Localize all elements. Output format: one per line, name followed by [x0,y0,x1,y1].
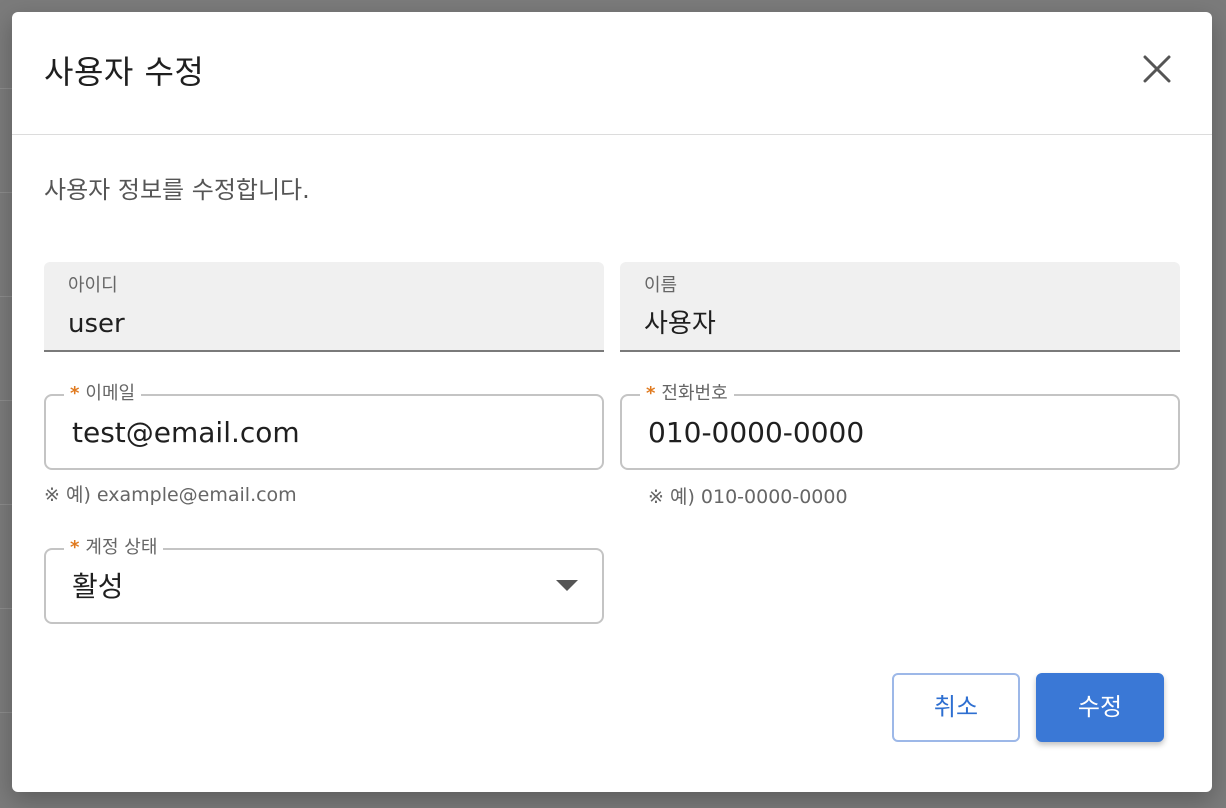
background-row-divider [0,296,12,297]
user-id-value: user [68,309,125,339]
account-status-label: * 계정 상태 [64,536,164,560]
cancel-button[interactable]: 취소 [892,673,1020,742]
background-row-divider [0,608,12,609]
account-status-label-text: 계정 상태 [85,537,158,558]
submit-button[interactable]: 수정 [1036,673,1164,742]
dialog-description: 사용자 정보를 수정합니다. [44,176,310,204]
edit-user-dialog: 사용자 수정 사용자 정보를 수정합니다. 아이디 user 이름 사용자 * 이… [12,12,1212,792]
phone-label: * 전화번호 [640,382,734,406]
email-field[interactable]: * 이메일 test@email.com [44,382,604,470]
user-id-label: 아이디 [68,275,118,296]
user-id-field[interactable]: 아이디 user [44,262,604,352]
required-marker: * [70,537,80,558]
background-row-divider [0,712,12,713]
background-row-divider [0,88,12,89]
account-status-select[interactable]: * 계정 상태 활성 [44,536,604,624]
email-helper-text: ※ 예) example@email.com [44,484,297,506]
background-row-divider [0,400,12,401]
email-label: * 이메일 [64,382,142,406]
required-marker: * [646,383,656,404]
phone-input[interactable]: 010-0000-0000 [648,416,1128,450]
phone-field[interactable]: * 전화번호 010-0000-0000 [620,382,1180,470]
name-field[interactable]: 이름 사용자 [620,262,1180,352]
phone-helper-text: ※ 예) 010-0000-0000 [648,486,848,508]
email-input[interactable]: test@email.com [72,416,552,450]
email-label-text: 이메일 [85,383,136,404]
background-row-divider [0,192,12,193]
required-marker: * [70,383,80,404]
name-label: 이름 [644,275,678,296]
background-row-divider [0,504,12,505]
account-status-value: 활성 [72,570,124,603]
close-button[interactable] [1136,48,1178,90]
caret-down-icon[interactable] [556,580,578,591]
dialog-title: 사용자 수정 [44,53,205,91]
dialog-header: 사용자 수정 [12,12,1212,135]
phone-label-text: 전화번호 [661,383,728,404]
close-icon [1143,55,1171,83]
name-value: 사용자 [644,309,716,339]
